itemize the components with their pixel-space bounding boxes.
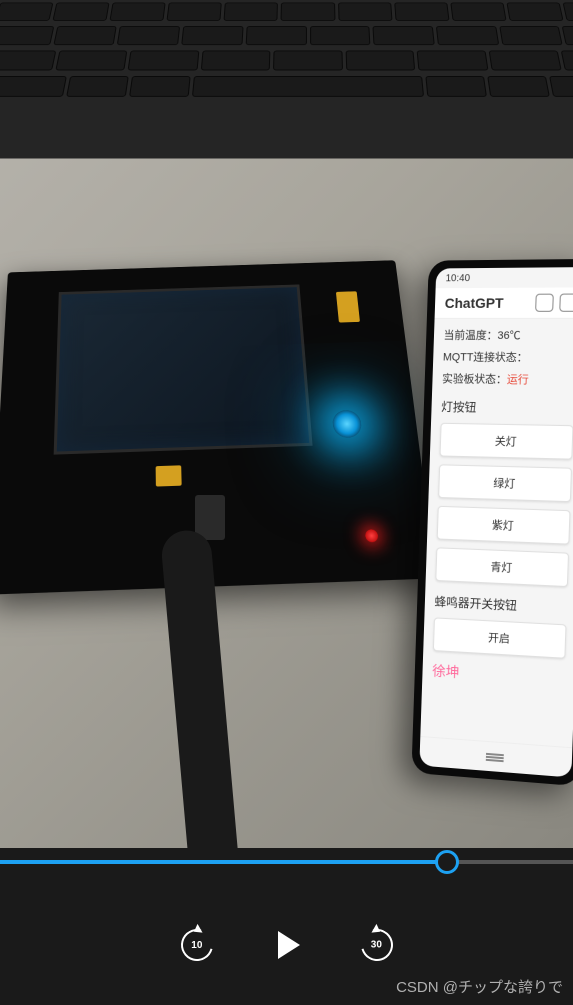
board-status: 实验板状态：运行 [442, 370, 573, 387]
capacitor-button [336, 291, 360, 322]
app-content: 当前温度：36℃ MQTT连接状态： 实验板状态：运行 灯按钮 关灯 绿灯 紫灯… [420, 319, 573, 747]
temperature-status: 当前温度：36℃ [443, 327, 573, 343]
forward-button[interactable]: 30 [357, 925, 397, 965]
buzzer-on-button[interactable]: 开启 [433, 617, 567, 658]
app-title: ChatGPT [445, 295, 504, 311]
video-frame: 10:40 ChatGPT 当前温度：36℃ MQTT连接状态： 实验板状态：运… [0, 0, 573, 848]
cyan-light-button[interactable]: 青灯 [435, 547, 569, 587]
rewind-button[interactable]: 10 [177, 925, 217, 965]
development-board [0, 260, 436, 594]
video-controls: 10 30 [0, 925, 573, 965]
progress-handle[interactable] [435, 850, 459, 874]
smartphone: 10:40 ChatGPT 当前温度：36℃ MQTT连接状态： 实验板状态：运… [411, 259, 573, 786]
jumper-connector [156, 465, 182, 486]
forward-seconds: 30 [371, 940, 382, 951]
play-icon [278, 931, 300, 959]
video-progress-bar[interactable] [0, 848, 573, 878]
play-button[interactable] [267, 925, 307, 965]
csdn-watermark: CSDN @チップな誇りで [396, 976, 563, 997]
lcd-display [54, 284, 313, 454]
refresh-icon[interactable] [559, 294, 573, 312]
blue-led-indicator [332, 410, 363, 438]
app-header: ChatGPT [435, 287, 573, 318]
light-off-button[interactable]: 关灯 [440, 423, 573, 460]
progress-fill [0, 860, 447, 864]
laptop-keyboard [0, 0, 573, 159]
green-light-button[interactable]: 绿灯 [438, 464, 572, 502]
red-led-indicator [365, 529, 379, 542]
phone-time: 10:40 [445, 273, 470, 284]
light-section-label: 灯按钮 [441, 398, 573, 417]
purple-light-button[interactable]: 紫灯 [437, 506, 571, 545]
buzzer-section-label: 蜂鸣器开关按钮 [434, 593, 567, 617]
author-signature: 徐坤 [432, 661, 565, 689]
screenshot-icon[interactable] [535, 294, 554, 312]
mqtt-status: MQTT连接状态： [443, 349, 573, 366]
phone-screen: 10:40 ChatGPT 当前温度：36℃ MQTT连接状态： 实验板状态：运… [419, 267, 573, 778]
rewind-seconds: 10 [191, 940, 202, 951]
phone-status-bar: 10:40 [436, 267, 573, 288]
